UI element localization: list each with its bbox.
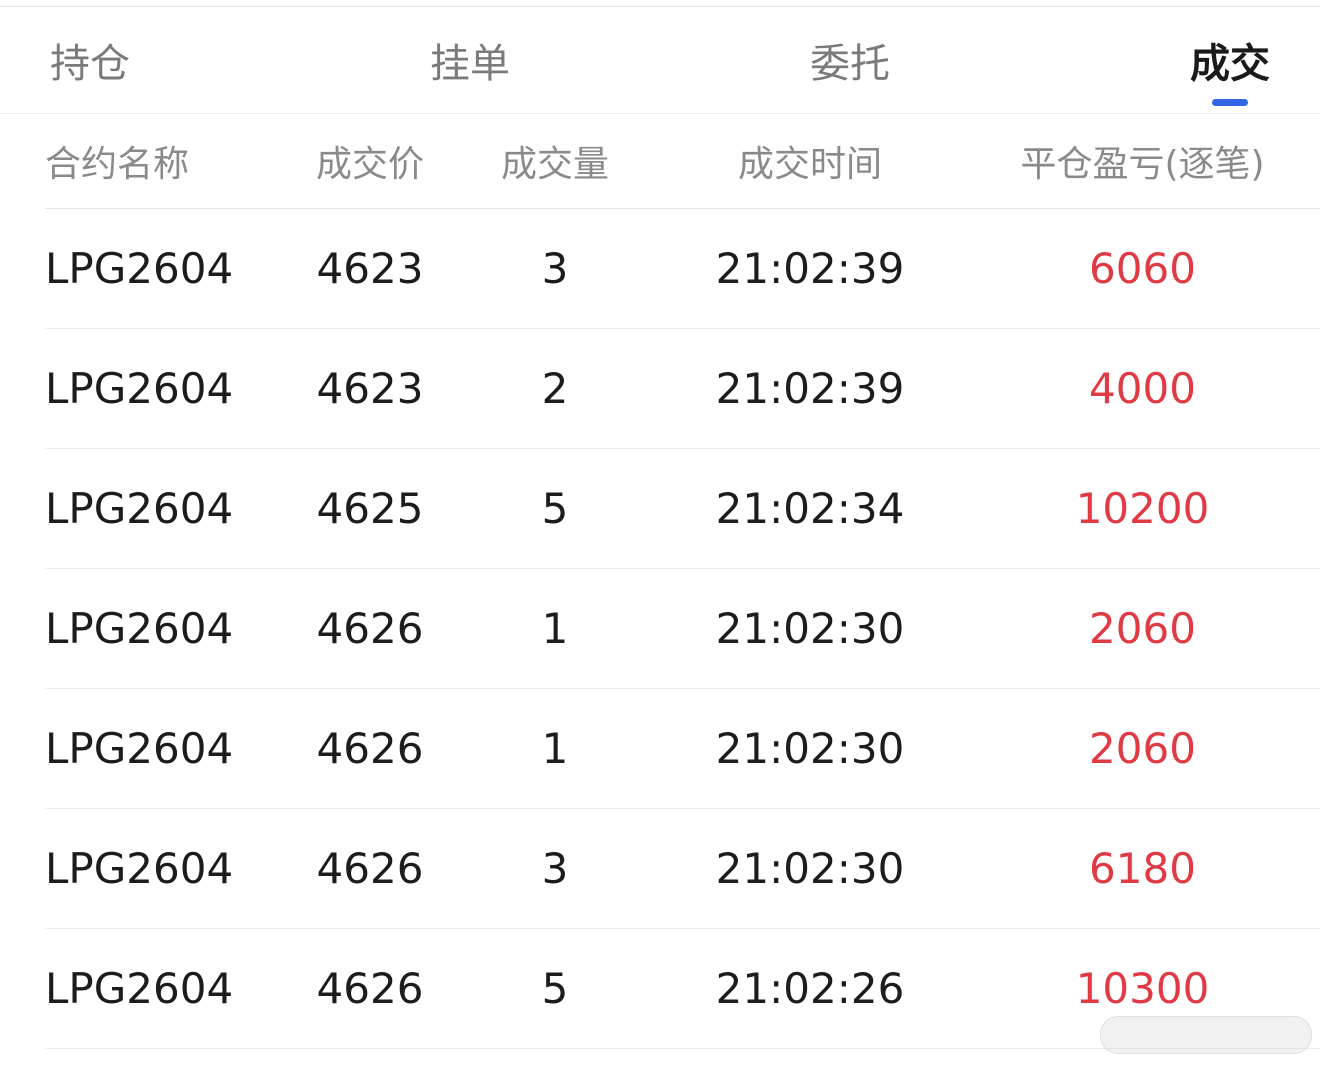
cell-trade-volume: 5 xyxy=(541,484,569,533)
cell-trade-time: 21:02:39 xyxy=(715,244,905,293)
cell-trade-price: 4623 xyxy=(316,244,424,293)
cell-contract-name: LPG2604 xyxy=(45,484,234,533)
table-row[interactable]: LPG2604 4626 1 21:02:30 2060 xyxy=(45,689,1320,809)
cell-trade-volume: 3 xyxy=(541,244,569,293)
cell-trade-price: 4626 xyxy=(316,604,424,653)
cell-trade-volume: 3 xyxy=(541,844,569,893)
table-row[interactable]: LPG2604 4623 3 21:02:39 6060 xyxy=(45,209,1320,329)
cell-close-pnl: 4000 xyxy=(1089,364,1196,413)
cell-trade-volume: 5 xyxy=(541,964,569,1013)
header-contract-name[interactable]: 合约名称 xyxy=(45,114,285,208)
cell-trade-time: 21:02:30 xyxy=(715,604,905,653)
header-close-pnl[interactable]: 平仓盈亏(逐笔) xyxy=(1005,114,1280,208)
cell-trade-time: 21:02:30 xyxy=(715,844,905,893)
cell-trade-price: 4623 xyxy=(316,364,424,413)
tab-orders[interactable]: 委托 xyxy=(800,7,900,113)
tab-bar: 持仓 挂单 委托 成交 xyxy=(0,7,1320,114)
cell-contract-name: LPG2604 xyxy=(45,964,234,1013)
cell-contract-name: LPG2604 xyxy=(45,604,234,653)
scroll-handle[interactable] xyxy=(1100,1016,1312,1054)
cell-trade-time: 21:02:30 xyxy=(715,724,905,773)
active-tab-indicator xyxy=(1212,99,1248,106)
table-row[interactable]: LPG2604 4623 2 21:02:39 4000 xyxy=(45,329,1320,449)
table-row[interactable]: LPG2604 4626 1 21:02:30 2060 xyxy=(45,569,1320,689)
table-row[interactable]: LPG2604 4626 3 21:02:30 6180 xyxy=(45,809,1320,929)
cell-trade-time: 21:02:34 xyxy=(715,484,905,533)
cell-close-pnl: 6060 xyxy=(1089,244,1196,293)
cell-trade-volume: 1 xyxy=(541,604,569,653)
tab-trades[interactable]: 成交 xyxy=(1180,7,1280,113)
header-trade-time[interactable]: 成交时间 xyxy=(705,114,915,208)
tab-positions[interactable]: 持仓 xyxy=(40,7,140,113)
header-trade-price[interactable]: 成交价 xyxy=(295,114,445,208)
cell-close-pnl: 2060 xyxy=(1089,604,1196,653)
cell-trade-volume: 2 xyxy=(541,364,569,413)
cell-contract-name: LPG2604 xyxy=(45,244,234,293)
cell-trade-time: 21:02:26 xyxy=(715,964,905,1013)
cell-trade-price: 4626 xyxy=(316,724,424,773)
table-row[interactable]: LPG2604 4625 5 21:02:34 10200 xyxy=(45,449,1320,569)
cell-close-pnl: 10200 xyxy=(1075,484,1210,533)
cell-contract-name: LPG2604 xyxy=(45,844,234,893)
tab-pending-orders[interactable]: 挂单 xyxy=(420,7,520,113)
header-trade-volume[interactable]: 成交量 xyxy=(485,114,625,208)
cell-trade-price: 4626 xyxy=(316,844,424,893)
cell-close-pnl: 2060 xyxy=(1089,724,1196,773)
cell-contract-name: LPG2604 xyxy=(45,724,234,773)
cell-trade-time: 21:02:39 xyxy=(715,364,905,413)
trades-table: 合约名称 成交价 成交量 成交时间 平仓盈亏(逐笔) LPG2604 4623 … xyxy=(45,114,1320,1049)
cell-trade-price: 4626 xyxy=(316,964,424,1013)
cell-trade-price: 4625 xyxy=(316,484,424,533)
cell-trade-volume: 1 xyxy=(541,724,569,773)
table-header: 合约名称 成交价 成交量 成交时间 平仓盈亏(逐笔) xyxy=(45,114,1320,209)
cell-close-pnl: 6180 xyxy=(1089,844,1196,893)
cell-contract-name: LPG2604 xyxy=(45,364,234,413)
